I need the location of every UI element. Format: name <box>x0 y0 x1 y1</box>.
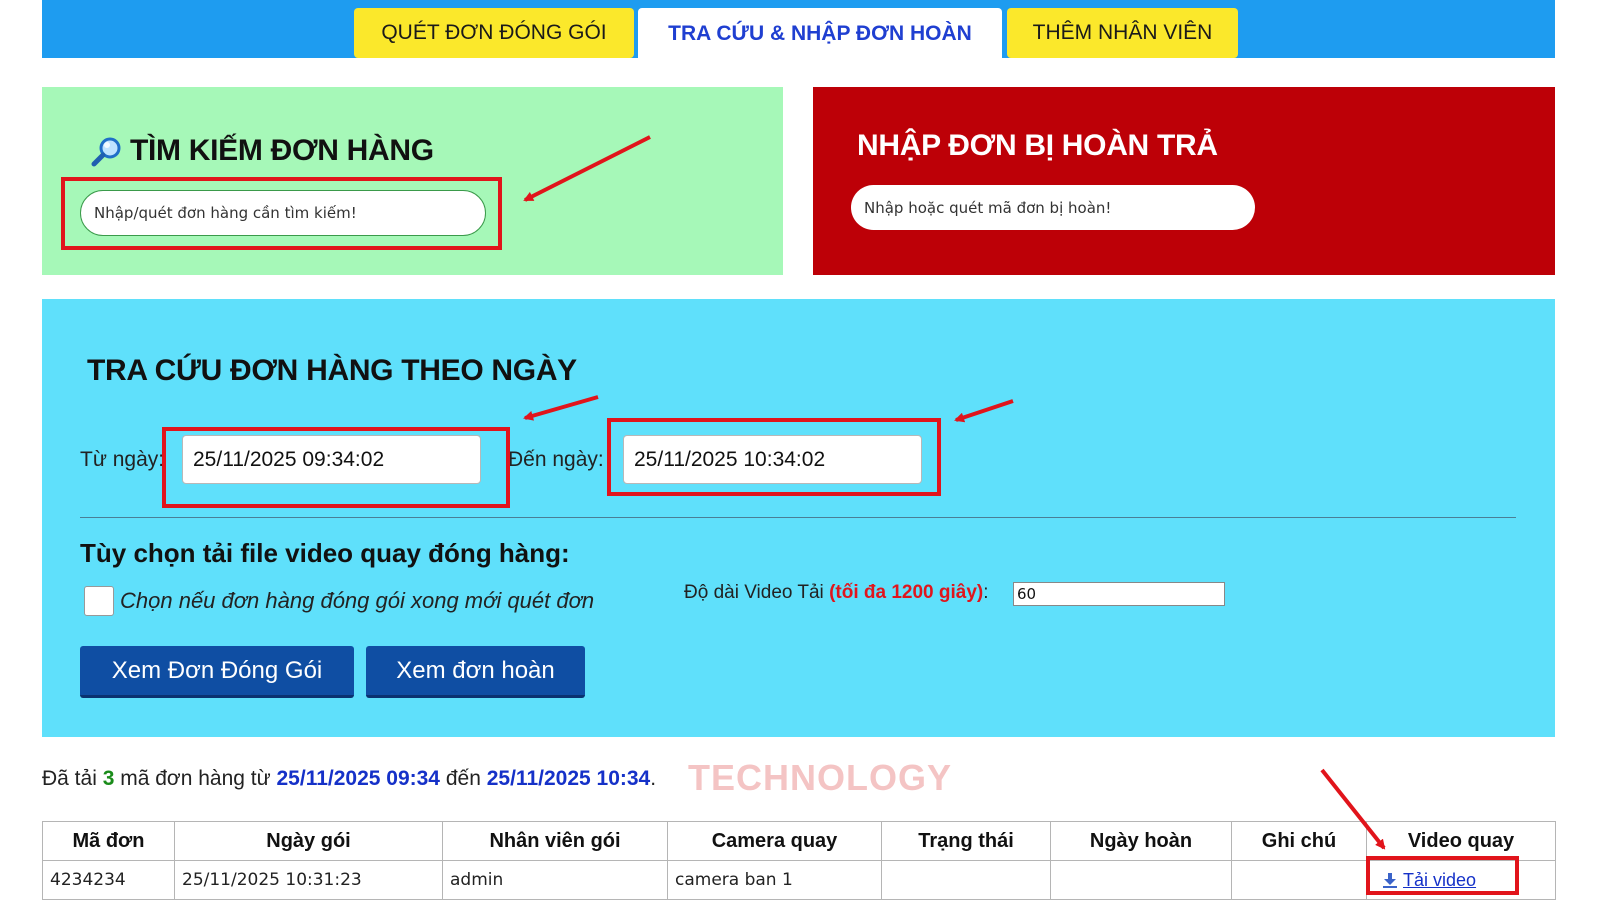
return-order-input[interactable]: Nhập hoặc quét mã đơn bị hoàn! <box>851 185 1255 230</box>
summary-end: . <box>650 767 657 790</box>
view-packed-orders-button[interactable]: Xem Đơn Đóng Gói <box>80 646 354 698</box>
summary-to: 25/11/2025 10:34 <box>486 767 651 790</box>
video-duration-label-text: Độ dài Video Tải <box>684 582 824 603</box>
to-date-label: Đến ngày: <box>508 448 604 471</box>
table-header-row: Mã đơn Ngày gói Nhân viên gói Camera qua… <box>42 821 1556 861</box>
col-video: Video quay <box>1366 821 1556 861</box>
from-date-label: Từ ngày: <box>80 448 165 471</box>
date-lookup-title: TRA CỨU ĐƠN HÀNG THEO NGÀY <box>87 354 577 387</box>
cell-returned-at <box>1050 860 1232 900</box>
return-order-placeholder: Nhập hoặc quét mã đơn bị hoàn! <box>864 198 1112 217</box>
cell-camera: camera ban 1 <box>667 860 882 900</box>
annotation-box-search <box>61 177 502 250</box>
video-duration-input[interactable]: 60 <box>1013 582 1225 606</box>
cell-status <box>881 860 1051 900</box>
col-packed-at: Ngày gói <box>174 821 443 861</box>
cell-note <box>1231 860 1367 900</box>
search-order-title: TÌM KIẾM ĐƠN HÀNG <box>88 134 434 168</box>
summary-middle: mã đơn hàng từ <box>120 767 271 790</box>
tab-lookup-returns[interactable]: TRA CỨU & NHẬP ĐƠN HOÀN <box>638 8 1002 60</box>
summary-from: 25/11/2025 09:34 <box>276 767 441 790</box>
cell-packed-at: 25/11/2025 10:31:23 <box>174 860 443 900</box>
view-returned-orders-button[interactable]: Xem đơn hoàn <box>366 646 585 698</box>
annotation-box-to-date <box>607 418 941 496</box>
scan-after-pack-checkbox[interactable] <box>84 586 114 616</box>
cell-order-code: 4234234 <box>42 860 175 900</box>
video-duration-max-note: (tối đa 1200 giây) <box>829 582 984 603</box>
return-order-title: NHẬP ĐƠN BỊ HOÀN TRẢ <box>857 129 1218 162</box>
tab-add-staff[interactable]: THÊM NHÂN VIÊN <box>1007 8 1238 58</box>
divider <box>80 517 1516 518</box>
col-status: Trạng thái <box>881 821 1051 861</box>
summary-to-word: đến <box>445 767 481 790</box>
video-options-title: Tùy chọn tải file video quay đóng hàng: <box>80 538 570 568</box>
return-order-panel <box>813 87 1555 275</box>
load-summary: Đã tải 3 mã đơn hàng từ 25/11/2025 09:34… <box>42 767 656 791</box>
orders-table: Mã đơn Ngày gói Nhân viên gói Camera qua… <box>42 821 1556 900</box>
annotation-box-from-date <box>162 427 510 508</box>
col-staff: Nhân viên gói <box>442 821 668 861</box>
annotation-box-download <box>1366 856 1519 895</box>
watermark: TECHNOLOGY <box>688 757 953 798</box>
summary-count: 3 <box>102 767 115 790</box>
col-camera: Camera quay <box>667 821 882 861</box>
magnifier-icon <box>88 134 126 168</box>
video-duration-value: 60 <box>1017 585 1037 603</box>
scan-after-pack-label: Chọn nếu đơn hàng đóng gói xong mới quét… <box>120 588 595 613</box>
col-order-code: Mã đơn <box>42 821 175 861</box>
cell-staff: admin <box>442 860 668 900</box>
summary-prefix: Đã tải <box>42 767 97 790</box>
col-note: Ghi chú <box>1231 821 1367 861</box>
search-order-title-text: TÌM KIẾM ĐƠN HÀNG <box>130 134 434 167</box>
video-duration-label: Độ dài Video Tải (tối đa 1200 giây): <box>684 582 989 604</box>
video-duration-colon: : <box>983 582 989 603</box>
table-row: 4234234 25/11/2025 10:31:23 admin camera… <box>42 860 1556 900</box>
tab-scan-packing[interactable]: QUÉT ĐƠN ĐÓNG GÓI <box>354 8 634 58</box>
col-returned-at: Ngày hoàn <box>1050 821 1232 861</box>
